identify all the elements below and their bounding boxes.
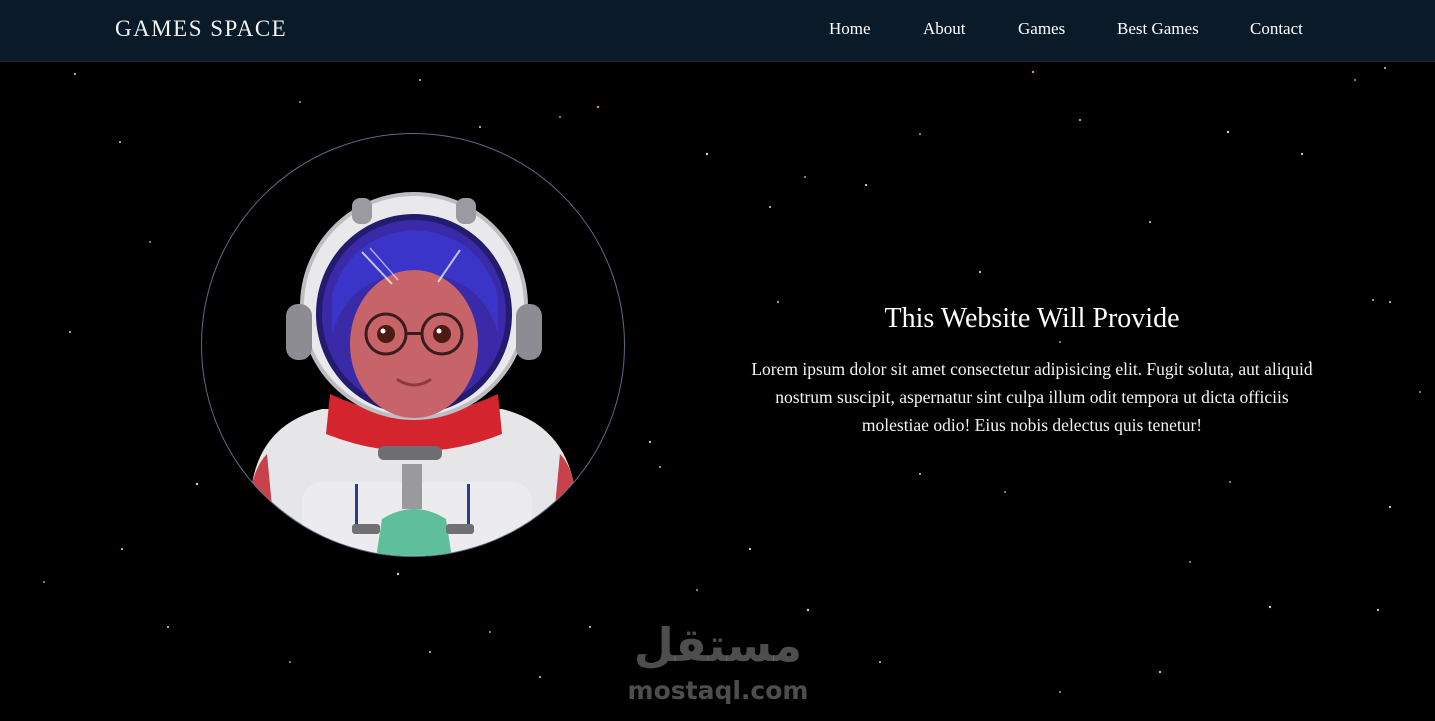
nav-link-home[interactable]: Home <box>829 19 871 39</box>
astronaut-avatar-icon <box>242 192 582 556</box>
hero-title: This Website Will Provide <box>884 303 1180 334</box>
watermark-arabic: مستقل <box>633 618 803 672</box>
nav-link-contact[interactable]: Contact <box>1250 19 1303 39</box>
nav-link-best-games[interactable]: Best Games <box>1117 19 1199 39</box>
navbar: GAMES SPACE Home About Games Best Games … <box>0 0 1435 62</box>
mostaql-watermark: مستقل mostaql.com <box>626 618 810 708</box>
hero-description: Lorem ipsum dolor sit amet consectetur a… <box>751 359 1313 435</box>
watermark-latin: mostaql.com <box>627 676 809 705</box>
hero-section: This Website Will Provide Lorem ipsum do… <box>745 303 1319 439</box>
nav-link-about[interactable]: About <box>923 19 966 39</box>
nav-link-games[interactable]: Games <box>1018 19 1065 39</box>
hero-image-circle <box>201 133 625 557</box>
nav-menu: Home About Games Best Games Contact <box>0 19 1435 43</box>
